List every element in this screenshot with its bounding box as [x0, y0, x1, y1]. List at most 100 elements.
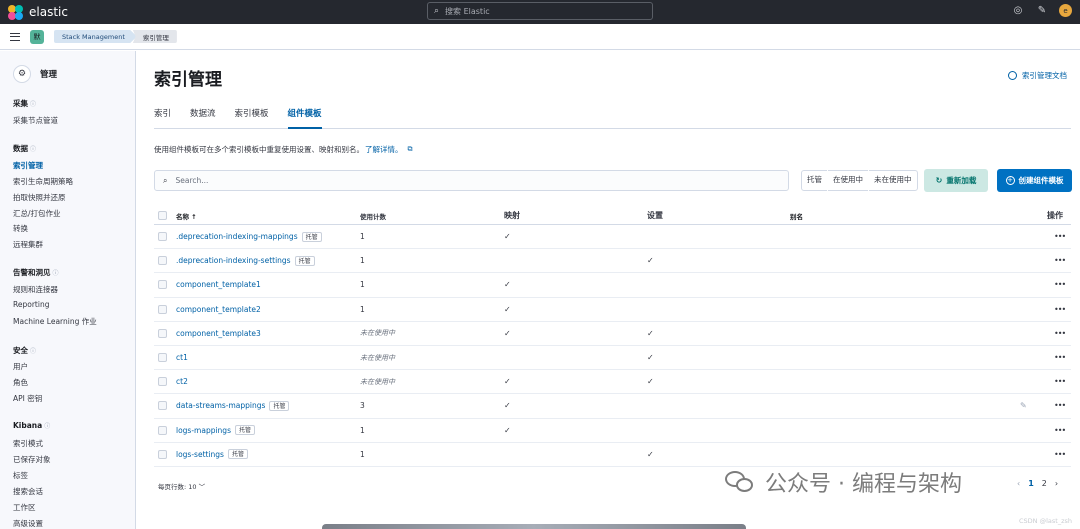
sidebar-item-index-management[interactable]: 索引管理	[13, 160, 43, 171]
refresh-icon: ↻	[935, 176, 943, 185]
template-name-link[interactable]: logs-mappings	[176, 426, 231, 435]
edit-icon[interactable]: ✎	[1020, 401, 1027, 410]
template-name-cell: ct1	[176, 353, 188, 362]
sidebar-item-search-sessions[interactable]: 搜索会话	[13, 486, 43, 497]
sidebar-item-index-patterns[interactable]: 索引模式	[13, 438, 43, 449]
elastic-logo[interactable]: elastic	[8, 4, 68, 20]
table-row: component_template3 未在使用中 ✓ ✓ •••	[154, 322, 1071, 346]
sidebar-item-snapshot-restore[interactable]: 拍取快照并还原	[13, 192, 66, 203]
table-search-input[interactable]: ⌕ Search...	[154, 170, 789, 191]
menu-toggle-icon[interactable]	[10, 32, 20, 41]
next-page-icon[interactable]: ›	[1055, 479, 1058, 488]
sidebar-item-api-keys[interactable]: API 密钥	[13, 393, 42, 404]
sidebar-item-users[interactable]: 用户	[13, 361, 28, 372]
template-name-link[interactable]: ct2	[176, 377, 188, 386]
sidebar: ⚙ 管理 采集 ⓘ 采集节点管道 数据 ⓘ 索引管理 索引生命周期策略 拍取快照并还…	[0, 51, 136, 529]
filter-managed[interactable]: 托管	[802, 170, 827, 191]
news-feed-icon[interactable]: ✎	[1035, 5, 1049, 16]
mappings-check-icon: ✓	[504, 377, 511, 387]
row-actions-button[interactable]: •••	[1054, 401, 1066, 410]
template-name-link[interactable]: logs-settings	[176, 450, 224, 459]
managed-badge: 托管	[227, 449, 248, 460]
sidebar-item-saved-objects[interactable]: 已保存对象	[13, 454, 51, 465]
sidebar-item-advanced-settings[interactable]: 高级设置	[13, 518, 43, 529]
template-name-link[interactable]: .deprecation-indexing-mappings	[176, 232, 298, 241]
sidebar-item-ingest-pipelines[interactable]: 采集节点管道	[13, 115, 58, 126]
row-checkbox[interactable]	[158, 425, 167, 435]
row-checkbox[interactable]	[158, 449, 167, 459]
template-name-link[interactable]: ct1	[176, 353, 188, 362]
sidebar-item-roles[interactable]: 角色	[13, 377, 28, 388]
sidebar-section-security: 安全 ⓘ	[13, 346, 37, 355]
docs-link[interactable]: 索引管理文档	[1008, 70, 1067, 81]
row-checkbox[interactable]	[158, 256, 167, 266]
table-row: .deprecation-indexing-mappings 托管 1 ✓ •••	[154, 225, 1071, 250]
tab-index-templates[interactable]: 索引模板	[235, 107, 269, 129]
row-checkbox[interactable]	[158, 280, 167, 290]
row-checkbox[interactable]	[158, 328, 167, 338]
sidebar-item-rollup-jobs[interactable]: 汇总/打包作业	[13, 208, 61, 219]
template-name-link[interactable]: component_template2	[176, 305, 261, 314]
row-actions-button[interactable]: •••	[1054, 426, 1066, 435]
table-header: 名称 ↑ 使用计数 映射 设置 别名 操作	[154, 207, 1071, 225]
create-component-template-button[interactable]: + 创建组件模板	[997, 169, 1072, 192]
page-title: 索引管理	[154, 70, 222, 90]
row-actions-button[interactable]: •••	[1054, 256, 1066, 265]
sidebar-item-spaces[interactable]: 工作区	[13, 502, 36, 513]
tab-component-templates[interactable]: 组件模板	[287, 107, 322, 129]
sidebar-item-ilm-policies[interactable]: 索引生命周期策略	[13, 176, 73, 187]
page-2[interactable]: 2	[1042, 479, 1047, 488]
table-row: component_template2 1 ✓ •••	[154, 298, 1071, 322]
rows-per-page-selector[interactable]: 每页行数: 10 ﹀	[158, 481, 205, 491]
row-checkbox[interactable]	[158, 353, 167, 363]
sidebar-item-rules-connectors[interactable]: 规则和连接器	[13, 284, 58, 295]
filter-not-in-use[interactable]: 未在使用中	[868, 170, 917, 191]
row-actions-button[interactable]: •••	[1054, 450, 1066, 459]
template-name-link[interactable]: .deprecation-indexing-settings	[176, 256, 291, 265]
tab-indices[interactable]: 索引	[154, 107, 171, 129]
template-name-link[interactable]: component_template1	[176, 280, 261, 289]
description-text: 使用组件模板可在多个索引模板中重复使用设置、映射和别名。	[154, 145, 364, 154]
global-search-input[interactable]: ⌕ 搜索 Elastic	[427, 2, 653, 20]
help-icon[interactable]: ◎	[1011, 5, 1025, 16]
user-avatar[interactable]: e	[1059, 4, 1072, 17]
sidebar-item-tags[interactable]: 标签	[13, 470, 28, 481]
template-name-link[interactable]: data-streams-mappings	[176, 401, 265, 410]
page-1[interactable]: 1	[1028, 479, 1034, 488]
reload-button[interactable]: ↻ 重新加载	[924, 169, 988, 192]
mappings-check-icon: ✓	[504, 328, 511, 338]
plus-icon: +	[1005, 176, 1015, 185]
template-name-cell: logs-settings 托管	[176, 449, 248, 460]
row-actions-button[interactable]: •••	[1054, 232, 1066, 241]
row-actions-button[interactable]: •••	[1054, 329, 1066, 338]
space-selector[interactable]: 默	[30, 29, 44, 44]
info-icon: ⓘ	[30, 101, 37, 108]
select-all-checkbox[interactable]	[158, 211, 167, 220]
row-actions-button[interactable]: •••	[1054, 377, 1066, 386]
template-name-link[interactable]: component_template3	[176, 329, 261, 338]
brand-name: elastic	[29, 5, 68, 19]
sidebar-item-transforms[interactable]: 转换	[13, 223, 28, 234]
table-row: logs-mappings 托管 1 ✓ •••	[154, 419, 1071, 443]
column-name[interactable]: 名称 ↑	[176, 211, 197, 221]
watermark: 公众号 · 编程与架构	[725, 466, 962, 498]
row-actions-button[interactable]: •••	[1054, 353, 1066, 362]
learn-more-link[interactable]: 了解详情。	[365, 144, 403, 155]
sidebar-item-ml-jobs[interactable]: Machine Learning 作业	[13, 316, 97, 327]
breadcrumb-stack-management[interactable]: Stack Management	[54, 30, 137, 43]
row-checkbox[interactable]	[158, 304, 167, 314]
filter-in-use[interactable]: 在使用中	[827, 170, 868, 191]
usage-count-cell: 1	[360, 232, 365, 242]
row-checkbox[interactable]	[158, 232, 167, 242]
sidebar-item-reporting[interactable]: Reporting	[13, 300, 49, 309]
row-checkbox[interactable]	[158, 377, 167, 387]
row-actions-button[interactable]: •••	[1054, 305, 1066, 314]
prev-page-icon[interactable]: ‹	[1017, 479, 1020, 488]
template-name-cell: .deprecation-indexing-mappings 托管	[176, 231, 322, 242]
global-search-placeholder: 搜索 Elastic	[445, 6, 490, 16]
row-actions-button[interactable]: •••	[1054, 280, 1066, 289]
csdn-watermark: CSDN @last_zsh	[1019, 517, 1072, 525]
sidebar-item-remote-clusters[interactable]: 远程集群	[13, 239, 43, 250]
tab-data-streams[interactable]: 数据流	[190, 107, 216, 129]
row-checkbox[interactable]	[158, 401, 167, 411]
